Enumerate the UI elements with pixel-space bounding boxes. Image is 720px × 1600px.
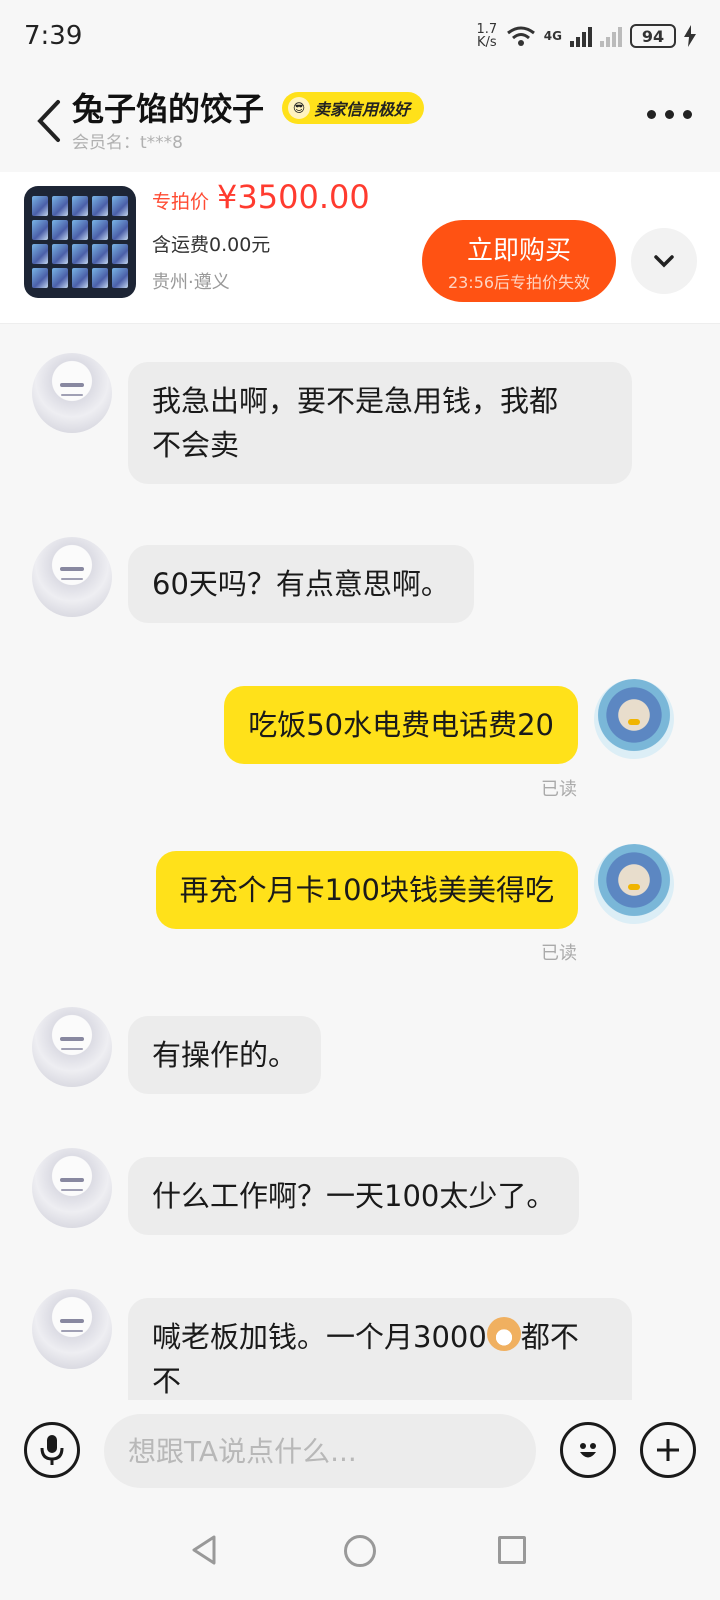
buy-timer: 23:56后专拍价失效 — [447, 272, 591, 292]
system-nav-bar — [0, 1500, 720, 1600]
shipping-info: 含运费0.00元 — [152, 234, 271, 256]
dog-emoji-icon — [486, 1317, 521, 1351]
message-bubble[interactable]: 喊老板加钱。一个月3000 都不 不 — [128, 1298, 632, 1400]
member-name: 会员名：t***8 — [72, 128, 183, 153]
smiley-icon — [580, 1443, 596, 1458]
avatar[interactable] — [32, 1289, 112, 1369]
member-label: 会员名： — [72, 133, 140, 153]
status-icons: 1.7 K/s 4G 94 — [476, 23, 696, 49]
buy-now-button[interactable]: 立即购买 23:56后专拍价失效 — [422, 220, 616, 302]
battery-icon: 94 — [630, 24, 676, 48]
chat-header: 兔子馅的饺子 😎 卖家信用极好 会员名：t***8 — [0, 72, 720, 172]
wifi-icon — [506, 26, 535, 46]
avatar-self[interactable] — [594, 679, 674, 759]
message-bubble[interactable]: 再充个月卡100块钱美美得吃 — [155, 851, 578, 929]
signal-icon — [570, 25, 592, 47]
network-type: 4G — [543, 29, 562, 43]
microphone-icon — [40, 1435, 64, 1465]
nav-recents-icon[interactable] — [498, 1536, 526, 1564]
signal-sim2-icon — [600, 25, 622, 47]
nav-home-icon[interactable] — [344, 1535, 376, 1567]
nav-back-icon[interactable] — [190, 1534, 218, 1566]
input-bar — [0, 1400, 720, 1500]
message-bubble[interactable]: 什么工作啊？一天100太少了。 — [128, 1157, 580, 1235]
message-line: 不 — [152, 1364, 182, 1398]
chevron-down-icon — [654, 255, 674, 268]
chat-list[interactable]: 我急出啊，要不是急用钱，我都 不会卖 60天吗？有点意思啊。 吃饭50水电费电话… — [0, 325, 720, 1400]
credit-badge[interactable]: 😎 卖家信用极好 — [282, 92, 425, 124]
read-status: 已读 — [541, 943, 577, 964]
more-dots-icon[interactable] — [647, 110, 692, 119]
message-bubble[interactable]: 60天吗？有点意思啊。 — [128, 545, 474, 623]
message-line: 什么工作啊？一天100太少了。 — [152, 1179, 556, 1213]
price-value: ¥3500.00 — [217, 178, 370, 216]
message-bubble[interactable]: 吃饭50水电费电话费20 — [224, 686, 578, 764]
location: 贵州·遵义 — [152, 272, 230, 293]
sunglasses-icon: 😎 — [288, 97, 310, 119]
member-value: t***8 — [140, 133, 183, 153]
charging-icon — [684, 25, 696, 47]
product-card[interactable]: 专拍价 ¥3500.00 含运费0.00元 贵州·遵义 立即购买 23:56后专… — [0, 172, 720, 324]
expand-button[interactable] — [631, 228, 697, 294]
message-line: 有操作的。 — [152, 1038, 298, 1072]
avatar[interactable] — [32, 1007, 112, 1087]
avatar[interactable] — [32, 353, 112, 433]
message-input[interactable] — [104, 1414, 536, 1488]
plus-button[interactable] — [640, 1422, 696, 1478]
read-status: 已读 — [541, 779, 577, 800]
avatar[interactable] — [32, 1148, 112, 1228]
chevron-left-icon — [37, 100, 60, 142]
message-bubble[interactable]: 有操作的。 — [128, 1016, 322, 1094]
product-thumbnail[interactable] — [24, 186, 136, 298]
emoji-button[interactable] — [560, 1422, 616, 1478]
buy-now-label: 立即购买 — [466, 235, 571, 266]
avatar[interactable] — [32, 537, 112, 617]
avatar-self[interactable] — [594, 844, 674, 924]
battery-level: 94 — [641, 26, 665, 46]
net-speed: 1.7 K/s — [476, 22, 498, 50]
message-line: 喊老板加钱。一个月3000 都不 — [152, 1315, 608, 1359]
credit-badge-label: 卖家信用极好 — [314, 100, 411, 119]
message-line: 吃饭50水电费电话费20 — [248, 708, 554, 742]
status-time: 7:39 — [24, 21, 83, 51]
seller-name[interactable]: 兔子馅的饺子 — [72, 84, 264, 130]
message-bubble[interactable]: 我急出啊，要不是急用钱，我都 不会卖 — [128, 362, 632, 484]
voice-button[interactable] — [24, 1422, 80, 1478]
message-line: 60天吗？有点意思啊。 — [152, 567, 450, 601]
price-line: 专拍价 ¥3500.00 — [152, 178, 370, 216]
status-bar: 7:39 1.7 K/s 4G 94 — [0, 0, 720, 72]
message-line: 我急出啊，要不是急用钱，我都 — [152, 384, 559, 418]
price-tag: 专拍价 — [152, 191, 210, 213]
message-line: 不会卖 — [152, 428, 240, 462]
back-button[interactable] — [34, 96, 64, 146]
plus-icon — [657, 1439, 679, 1461]
message-line: 再充个月卡100块钱美美得吃 — [179, 873, 554, 907]
